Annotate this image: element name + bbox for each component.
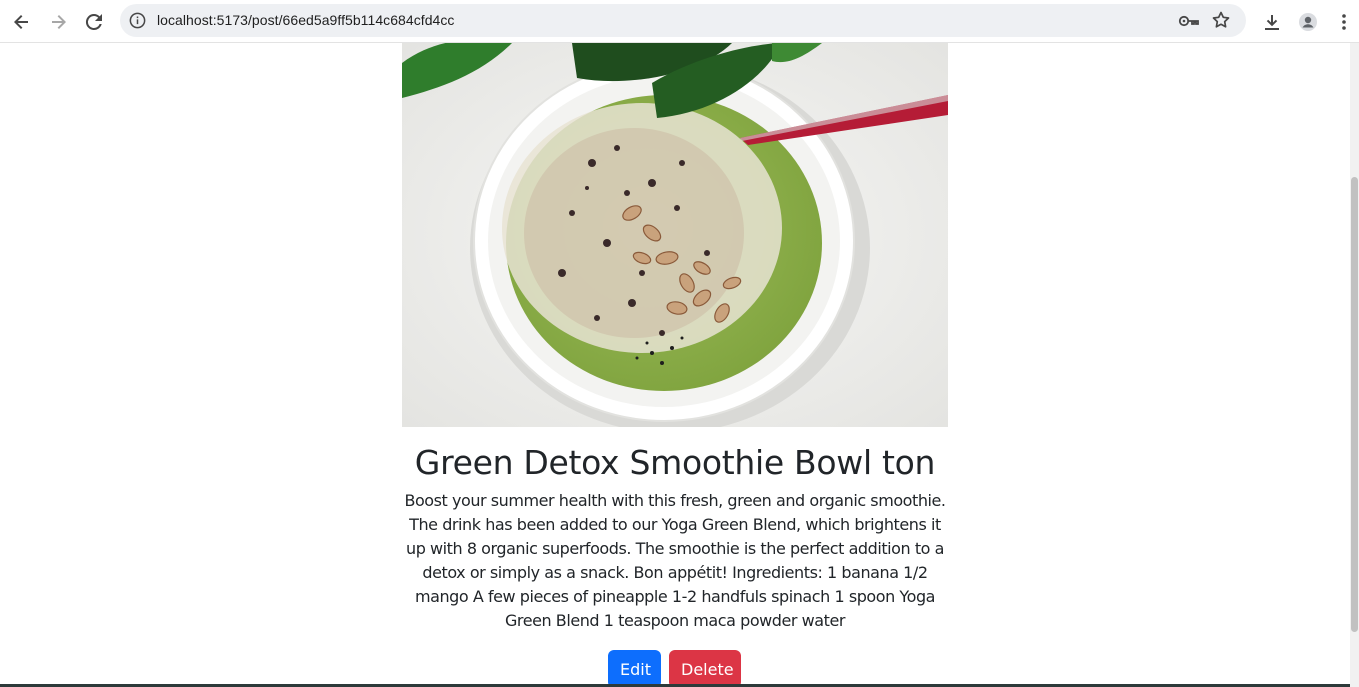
edit-button[interactable]: Edit [608,650,661,687]
download-icon [1265,15,1279,30]
forward-button[interactable] [44,8,72,36]
password-key-icon[interactable] [1178,11,1200,31]
forward-arrow-icon [52,15,66,29]
bookmark-star-icon[interactable] [1211,10,1231,30]
reload-button[interactable] [80,8,108,36]
post-image [402,43,948,427]
page-viewport: Green Detox Smoothie Bowl ton Boost your… [0,43,1350,687]
page-scrollbar[interactable] [1350,43,1359,687]
back-button[interactable] [8,8,36,36]
url-text[interactable]: localhost:5173/post/66ed5a9ff5b114c684cf… [157,12,454,28]
reload-icon [85,13,102,30]
downloads-button[interactable] [1258,8,1286,36]
scrollbar-thumb[interactable] [1351,177,1358,632]
profile-icon [1299,13,1317,31]
more-menu-icon [1342,14,1346,30]
address-bar[interactable]: localhost:5173/post/66ed5a9ff5b114c684cf… [120,4,1246,37]
browser-toolbar: localhost:5173/post/66ed5a9ff5b114c684cf… [0,0,1359,43]
back-arrow-icon [14,15,28,29]
browser-menu-button[interactable] [1330,8,1358,36]
post-title: Green Detox Smoothie Bowl ton [414,443,936,482]
smoothie-bowl-image [402,43,948,427]
site-info-icon[interactable] [128,11,147,30]
delete-button[interactable]: Delete [669,650,741,687]
post-description: Boost your summer health with this fresh… [404,491,946,630]
profile-button[interactable] [1294,8,1322,36]
